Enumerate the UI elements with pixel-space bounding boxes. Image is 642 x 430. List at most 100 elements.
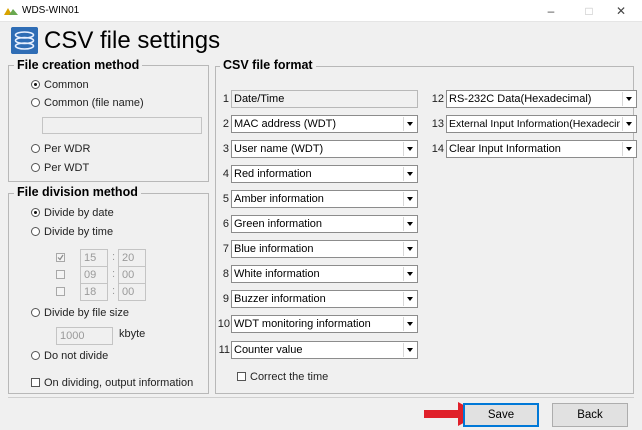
time-3-colon: : <box>112 285 116 297</box>
chevron-down-icon[interactable] <box>403 167 416 181</box>
radio-icon <box>31 351 40 360</box>
field-14-dropdown[interactable]: Clear Input Information <box>446 140 637 158</box>
app-logo-icon <box>4 8 18 15</box>
divide-by-time-label: Divide by time <box>44 226 114 238</box>
divide-by-time-radio[interactable]: Divide by time <box>31 226 113 238</box>
field-5-number: 5 <box>222 193 229 205</box>
radio-icon <box>31 308 40 317</box>
radio-selected-icon <box>31 208 40 217</box>
field-2-number: 2 <box>222 118 229 130</box>
csv-settings-icon <box>11 27 38 54</box>
field-8-dropdown[interactable]: White information <box>231 265 418 283</box>
field-12-dropdown[interactable]: RS-232C Data(Hexadecimal) <box>446 90 637 108</box>
field-1-readonly: Date/Time <box>231 90 418 108</box>
time-row-2: 09 : 00 <box>56 266 156 284</box>
time-2-colon: : <box>112 268 116 280</box>
time-1-checkbox[interactable] <box>56 253 65 262</box>
page-title: CSV file settings <box>44 27 221 54</box>
checkbox-icon <box>237 372 246 381</box>
field-5-value: Amber information <box>234 193 324 205</box>
creation-common-filename-radio[interactable]: Common (file name) <box>31 97 144 109</box>
divide-by-size-radio[interactable]: Divide by file size <box>31 307 129 319</box>
field-2-dropdown[interactable]: MAC address (WDT) <box>231 115 418 133</box>
divide-by-date-label: Divide by date <box>44 207 114 219</box>
creation-per-wdr-radio[interactable]: Per WDR <box>31 143 90 155</box>
creation-common-filename-label: Common (file name) <box>44 97 144 109</box>
save-button[interactable]: Save <box>463 403 539 427</box>
field-7-dropdown[interactable]: Blue information <box>231 240 418 258</box>
footer-divider <box>8 397 634 398</box>
time-3-minute-input[interactable]: 00 <box>118 283 146 301</box>
creation-per-wdt-radio[interactable]: Per WDT <box>31 162 89 174</box>
field-10-value: WDT monitoring information <box>234 318 371 330</box>
chevron-down-icon[interactable] <box>403 317 416 331</box>
time-row-3: 18 : 00 <box>56 283 156 301</box>
chevron-down-icon[interactable] <box>622 92 635 106</box>
field-7-value: Blue information <box>234 243 314 255</box>
field-11-dropdown[interactable]: Counter value <box>231 341 418 359</box>
field-3-number: 3 <box>222 143 229 155</box>
time-3-hour-input[interactable]: 18 <box>80 283 108 301</box>
checkmark-icon <box>57 254 64 261</box>
time-1-hour-input[interactable]: 15 <box>80 249 108 267</box>
creation-per-wdr-label: Per WDR <box>44 143 91 155</box>
field-4-dropdown[interactable]: Red information <box>231 165 418 183</box>
time-2-hour-input[interactable]: 09 <box>80 266 108 284</box>
creation-common-label: Common <box>44 79 89 91</box>
radio-icon <box>31 98 40 107</box>
chevron-down-icon[interactable] <box>403 267 416 281</box>
creation-common-radio[interactable]: Common <box>31 79 89 91</box>
output-info-checkbox[interactable]: On dividing, output information <box>31 377 193 389</box>
chevron-down-icon[interactable] <box>403 343 416 357</box>
field-11-number: 11 <box>218 344 230 356</box>
field-12-value: RS-232C Data(Hexadecimal) <box>449 93 592 105</box>
field-13-dropdown[interactable]: External Input Information(Hexadecimal) <box>446 115 637 133</box>
field-5-dropdown[interactable]: Amber information <box>231 190 418 208</box>
correct-time-checkbox[interactable]: Correct the time <box>237 371 328 383</box>
correct-time-label: Correct the time <box>250 371 329 383</box>
field-13-value: External Input Information(Hexadecimal) <box>449 118 620 130</box>
field-13-number: 13 <box>431 118 444 130</box>
field-8-value: White information <box>234 268 320 280</box>
csv-format-legend: CSV file format <box>220 58 316 72</box>
do-not-divide-label: Do not divide <box>44 350 109 362</box>
creation-per-wdt-label: Per WDT <box>44 162 90 174</box>
do-not-divide-radio[interactable]: Do not divide <box>31 350 108 362</box>
output-info-label: On dividing, output information <box>44 377 194 389</box>
radio-icon <box>31 163 40 172</box>
chevron-down-icon[interactable] <box>403 292 416 306</box>
chevron-down-icon[interactable] <box>622 142 635 156</box>
chevron-down-icon[interactable] <box>403 217 416 231</box>
field-6-dropdown[interactable]: Green information <box>231 215 418 233</box>
field-14-value: Clear Input Information <box>449 143 561 155</box>
field-10-dropdown[interactable]: WDT monitoring information <box>231 315 418 333</box>
back-button[interactable]: Back <box>552 403 628 427</box>
time-1-minute-input[interactable]: 20 <box>118 249 146 267</box>
field-4-number: 4 <box>222 168 229 180</box>
field-12-number: 12 <box>431 93 444 105</box>
chevron-down-icon[interactable] <box>403 142 416 156</box>
close-button[interactable]: ✕ <box>598 0 642 22</box>
field-1-number: 1 <box>222 93 229 105</box>
creation-file-name-input[interactable] <box>42 117 202 134</box>
field-6-number: 6 <box>222 218 229 230</box>
file-size-input[interactable]: 1000 <box>56 327 113 345</box>
file-size-unit: kbyte <box>119 328 146 340</box>
time-2-minute-input[interactable]: 00 <box>118 266 146 284</box>
field-9-dropdown[interactable]: Buzzer information <box>231 290 418 308</box>
chevron-down-icon[interactable] <box>622 117 635 131</box>
divide-by-date-radio[interactable]: Divide by date <box>31 207 114 219</box>
field-2-value: MAC address (WDT) <box>234 118 337 130</box>
chevron-down-icon[interactable] <box>403 242 416 256</box>
time-2-checkbox[interactable] <box>56 270 65 279</box>
field-10-number: 10 <box>217 318 230 330</box>
field-3-value: User name (WDT) <box>234 143 324 155</box>
time-3-checkbox[interactable] <box>56 287 65 296</box>
field-9-number: 9 <box>222 293 229 305</box>
radio-icon <box>31 144 40 153</box>
radio-selected-icon <box>31 80 40 89</box>
radio-icon <box>31 227 40 236</box>
field-3-dropdown[interactable]: User name (WDT) <box>231 140 418 158</box>
chevron-down-icon[interactable] <box>403 192 416 206</box>
chevron-down-icon[interactable] <box>403 117 416 131</box>
